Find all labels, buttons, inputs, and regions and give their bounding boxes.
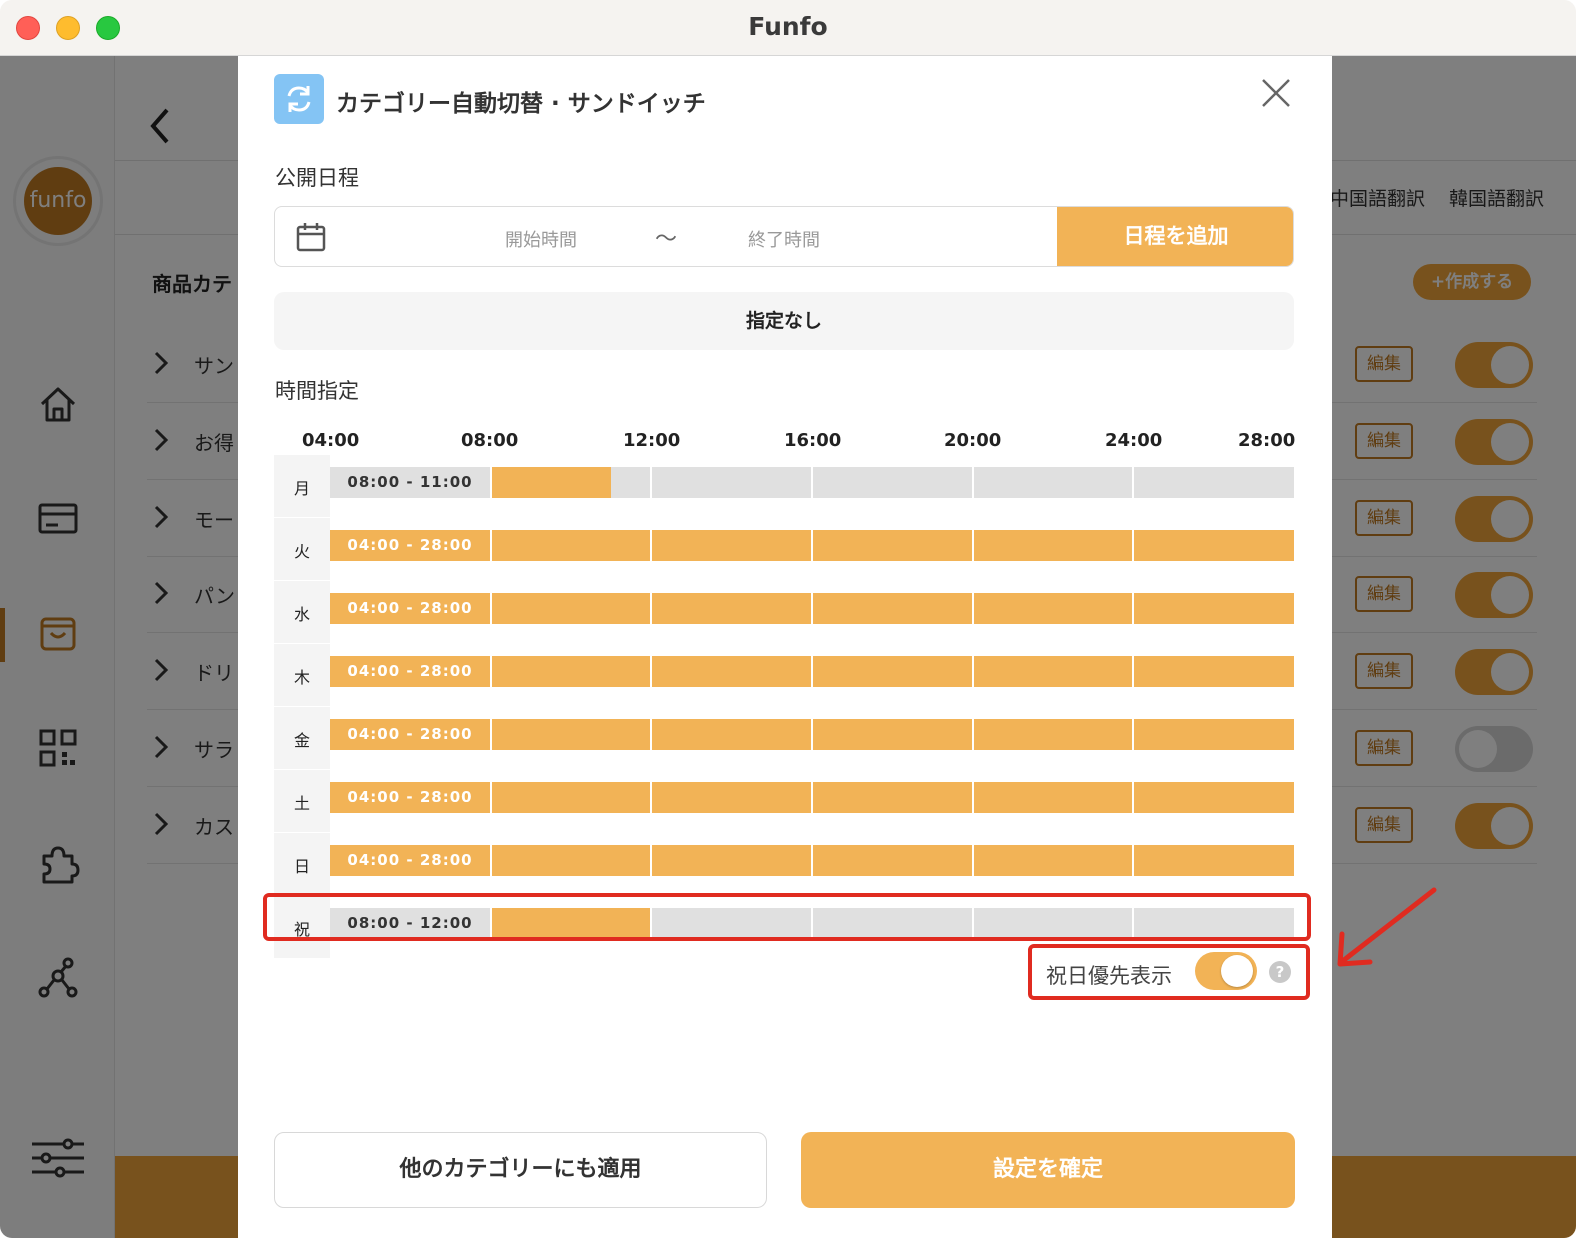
day-cell: 日 [274,832,330,895]
day-label: 月 [293,479,310,498]
hour-separator [971,719,974,750]
time-tick: 28:00 [1238,430,1296,451]
hour-separator [650,719,653,750]
apply-to-other-categories-button[interactable]: 他のカテゴリーにも適用 [274,1132,767,1208]
day-label: 日 [293,857,310,876]
day-cell: 金 [274,706,330,769]
no-specification-button[interactable]: 指定なし [274,292,1294,350]
time-bar-track[interactable]: 04:00 - 28:00 [330,593,1294,624]
hour-separator [650,782,653,813]
hour-separator [1132,719,1135,750]
holiday-row-highlight [263,893,1311,941]
schedule-row[interactable]: 土 04:00 - 28:00 [274,769,1294,832]
time-bar-track[interactable]: 04:00 - 28:00 [330,530,1294,561]
time-range-label: 04:00 - 28:00 [347,536,473,554]
time-range-label: 04:00 - 28:00 [347,788,473,806]
hour-separator [811,719,813,750]
day-label: 土 [293,794,310,813]
hour-separator [1132,656,1135,687]
hour-separator [650,467,653,498]
time-range-label: 04:00 - 28:00 [347,662,473,680]
schedule-row[interactable]: 金 04:00 - 28:00 [274,706,1294,769]
hour-separator [971,467,974,498]
window-title: Funfo [748,12,828,41]
time-tick: 12:00 [623,430,681,451]
schedule-row[interactable]: 月 08:00 - 11:00 [274,454,1294,517]
time-range-label: 04:00 - 28:00 [347,599,473,617]
range-separator: 〜 [655,227,678,252]
hour-separator [650,530,653,561]
day-cell: 火 [274,517,330,580]
schedule-row[interactable]: 水 04:00 - 28:00 [274,580,1294,643]
modal-title: カテゴリー自動切替 · サンドイッチ [336,91,706,117]
hour-separator [811,530,813,561]
day-label: 木 [293,668,310,687]
hour-separator [971,656,974,687]
hour-separator [650,845,653,876]
time-bar-track[interactable]: 04:00 - 28:00 [330,782,1294,813]
hour-separator [811,656,813,687]
day-cell: 水 [274,580,330,643]
annotation-arrow-icon [1337,887,1437,967]
time-bar-track[interactable]: 04:00 - 28:00 [330,845,1294,876]
refresh-icon [274,74,324,124]
hour-separator [971,845,974,876]
time-range-label: 08:00 - 11:00 [330,467,490,498]
day-cell: 月 [274,454,330,517]
hour-separator [971,530,974,561]
title-bar: Funfo [0,0,1576,56]
time-tick: 16:00 [784,430,842,451]
hour-separator [1132,467,1135,498]
day-label: 火 [293,542,310,561]
time-tick: 24:00 [1105,430,1163,451]
time-tick: 08:00 [461,430,519,451]
day-label: 金 [293,731,310,750]
day-label: 水 [293,605,310,624]
publish-schedule-label: 公開日程 [275,166,359,190]
hour-separator [811,845,813,876]
time-tick: 20:00 [944,430,1002,451]
schedule-row[interactable]: 火 04:00 - 28:00 [274,517,1294,580]
holiday-priority-highlight [1028,944,1310,1000]
time-bar-fill[interactable] [490,467,612,498]
hour-separator [1132,782,1135,813]
hour-separator [811,467,813,498]
end-time-input[interactable]: 終了時間 [748,226,820,252]
time-tick: 04:00 [302,430,360,451]
add-schedule-button[interactable]: 日程を追加 [1057,207,1293,266]
schedule-row[interactable]: 木 04:00 - 28:00 [274,643,1294,706]
hour-separator [971,782,974,813]
app-window: Funfo funfo 中国語翻訳 韓国語翻訳 商品カテ +作成する サン 編集 [0,0,1576,1238]
hour-separator [1132,593,1135,624]
time-range-label: 04:00 - 28:00 [347,725,473,743]
day-cell: 土 [274,769,330,832]
category-auto-switch-modal: カテゴリー自動切替 · サンドイッチ 公開日程 開始時間 〜 終了時間 日程を追… [238,56,1332,1238]
hour-separator [811,782,813,813]
time-bar-track[interactable]: 04:00 - 28:00 [330,656,1294,687]
start-time-input[interactable]: 開始時間 [505,226,577,252]
hour-separator [971,593,974,624]
time-specification-label: 時間指定 [275,379,359,403]
time-bar-track[interactable]: 08:00 - 11:00 [330,467,1294,498]
hour-separator [650,593,653,624]
hour-separator [811,593,813,624]
time-bar-track[interactable]: 04:00 - 28:00 [330,719,1294,750]
close-icon[interactable] [1259,76,1293,110]
day-cell: 木 [274,643,330,706]
confirm-settings-button[interactable]: 設定を確定 [801,1132,1295,1208]
time-range-label: 04:00 - 28:00 [347,851,473,869]
hour-separator [1132,845,1135,876]
date-range-picker[interactable]: 開始時間 〜 終了時間 日程を追加 [274,206,1294,267]
hour-separator [1132,530,1135,561]
schedule-row[interactable]: 日 04:00 - 28:00 [274,832,1294,895]
calendar-icon[interactable] [295,221,327,253]
hour-separator [650,656,653,687]
